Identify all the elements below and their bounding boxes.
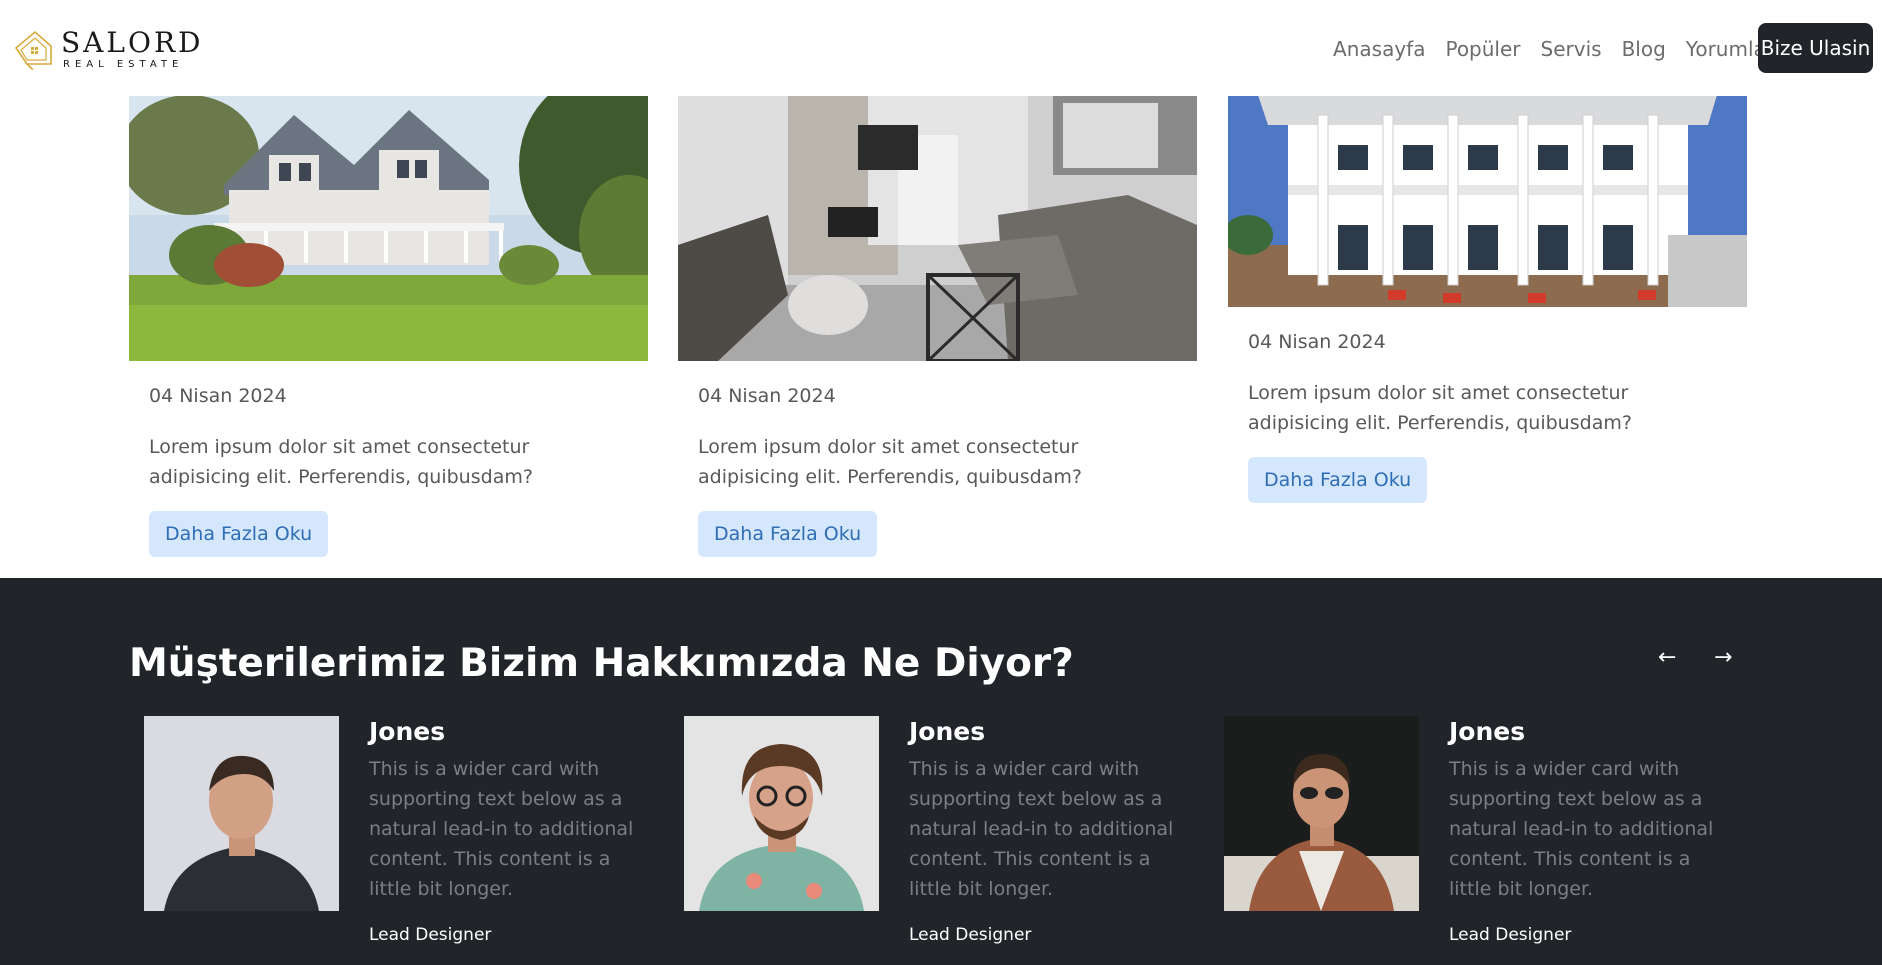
testimonial-text: This is a wider card with supporting tex… [369,758,634,900]
testimonial-role: Lead Designer [909,925,1032,945]
blog-card: 04 Nisan 2024 Lorem ipsum dolor sit amet… [129,95,648,557]
navbar: SALORD REAL ESTATE Anasayfa Popüler Serv… [0,0,1882,96]
blog-card-date: 04 Nisan 2024 [149,385,287,407]
testimonial-card: Jones This is a wider card with supporti… [684,716,1204,965]
brand-logo[interactable]: SALORD REAL ESTATE [13,26,200,70]
brand-name: SALORD [61,26,204,59]
testimonial-role: Lead Designer [1449,925,1572,945]
testimonial-role: Lead Designer [369,925,492,945]
blog-card-text: Lorem ipsum dolor sit amet consectetur a… [698,436,1082,488]
read-more-button[interactable]: Daha Fazla Oku [149,511,329,557]
nav-link-blog[interactable]: Blog [1622,35,1666,63]
testimonial-card: Jones This is a wider card with supporti… [1224,716,1744,965]
testimonials-title: Müşterilerimiz Bizim Hakkımızda Ne Diyor… [129,641,1074,686]
testimonial-text: This is a wider card with supporting tex… [1449,758,1714,900]
testimonial-name: Jones [369,717,446,746]
blog-card: 04 Nisan 2024 Lorem ipsum dolor sit amet… [1228,95,1747,503]
avatar [1224,716,1419,911]
brand-tagline: REAL ESTATE [63,59,184,70]
testimonial-name: Jones [909,717,986,746]
avatar [144,716,339,911]
testimonials-section: Müşterilerimiz Bizim Hakkımızda Ne Diyor… [0,578,1882,965]
read-more-button[interactable]: Daha Fazla Oku [698,511,878,557]
testimonial-name: Jones [1449,717,1526,746]
house-logo-icon [14,30,52,70]
nav-link-servis[interactable]: Servis [1541,35,1602,63]
blog-card-text: Lorem ipsum dolor sit amet consectetur a… [149,436,533,488]
avatar [684,716,879,911]
contact-button[interactable]: Bize Ulasin [1758,23,1873,73]
nav-link-populer[interactable]: Popüler [1445,35,1520,63]
testimonial-card: Jones This is a wider card with supporti… [144,716,664,965]
blog-card-image-villa [1228,95,1747,307]
blog-card-date: 04 Nisan 2024 [1248,331,1386,353]
blog-card: 04 Nisan 2024 Lorem ipsum dolor sit amet… [678,95,1197,557]
nav-links: Anasayfa Popüler Servis Blog Yorumlar [1333,35,1774,63]
blog-card-image-house [129,95,648,361]
nav-link-anasayfa[interactable]: Anasayfa [1333,35,1425,63]
blog-card-text: Lorem ipsum dolor sit amet consectetur a… [1248,382,1632,434]
read-more-button[interactable]: Daha Fazla Oku [1248,457,1428,503]
blog-card-image-living-room [678,95,1197,361]
testimonial-text: This is a wider card with supporting tex… [909,758,1174,900]
blog-card-date: 04 Nisan 2024 [698,385,836,407]
next-arrow-icon[interactable]: → [1714,645,1732,670]
prev-arrow-icon[interactable]: ← [1658,645,1676,670]
